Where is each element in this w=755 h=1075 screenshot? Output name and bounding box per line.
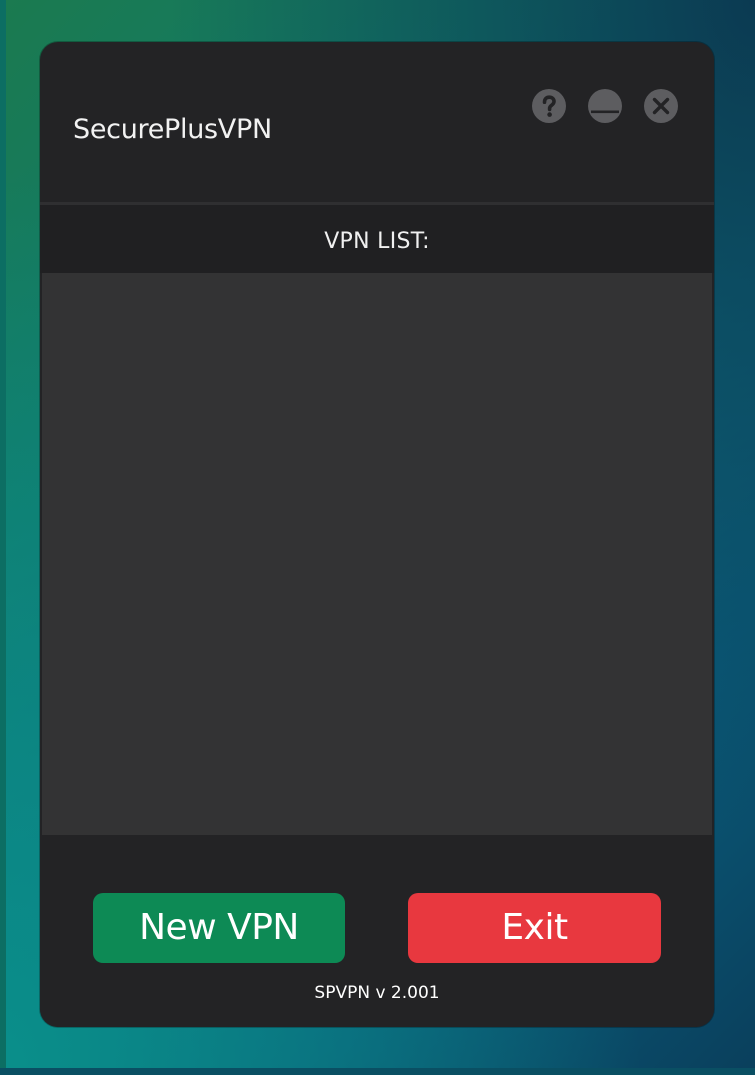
desktop-background-left [0,0,6,1075]
minimize-icon [591,110,619,114]
vpn-list-header: VPN LIST: [40,205,714,273]
vpn-list-header-label: VPN LIST: [324,229,430,254]
close-button[interactable] [644,89,678,123]
window-controls [532,89,678,123]
close-icon [652,97,670,115]
vpn-list[interactable] [42,273,712,835]
desktop-background-bottom [0,1068,755,1075]
question-icon [542,95,556,117]
new-vpn-button[interactable]: New VPN [93,893,345,963]
minimize-button[interactable] [588,89,622,123]
app-window: SecurePlusVPN VPN LIST: New VPN Exit SPV… [40,42,714,1027]
title-bar[interactable]: SecurePlusVPN [40,42,714,202]
app-title: SecurePlusVPN [73,114,272,145]
help-button[interactable] [532,89,566,123]
exit-button[interactable]: Exit [408,893,661,963]
footer: New VPN Exit SPVPN v 2.001 [40,835,714,1027]
version-label: SPVPN v 2.001 [314,983,440,1003]
